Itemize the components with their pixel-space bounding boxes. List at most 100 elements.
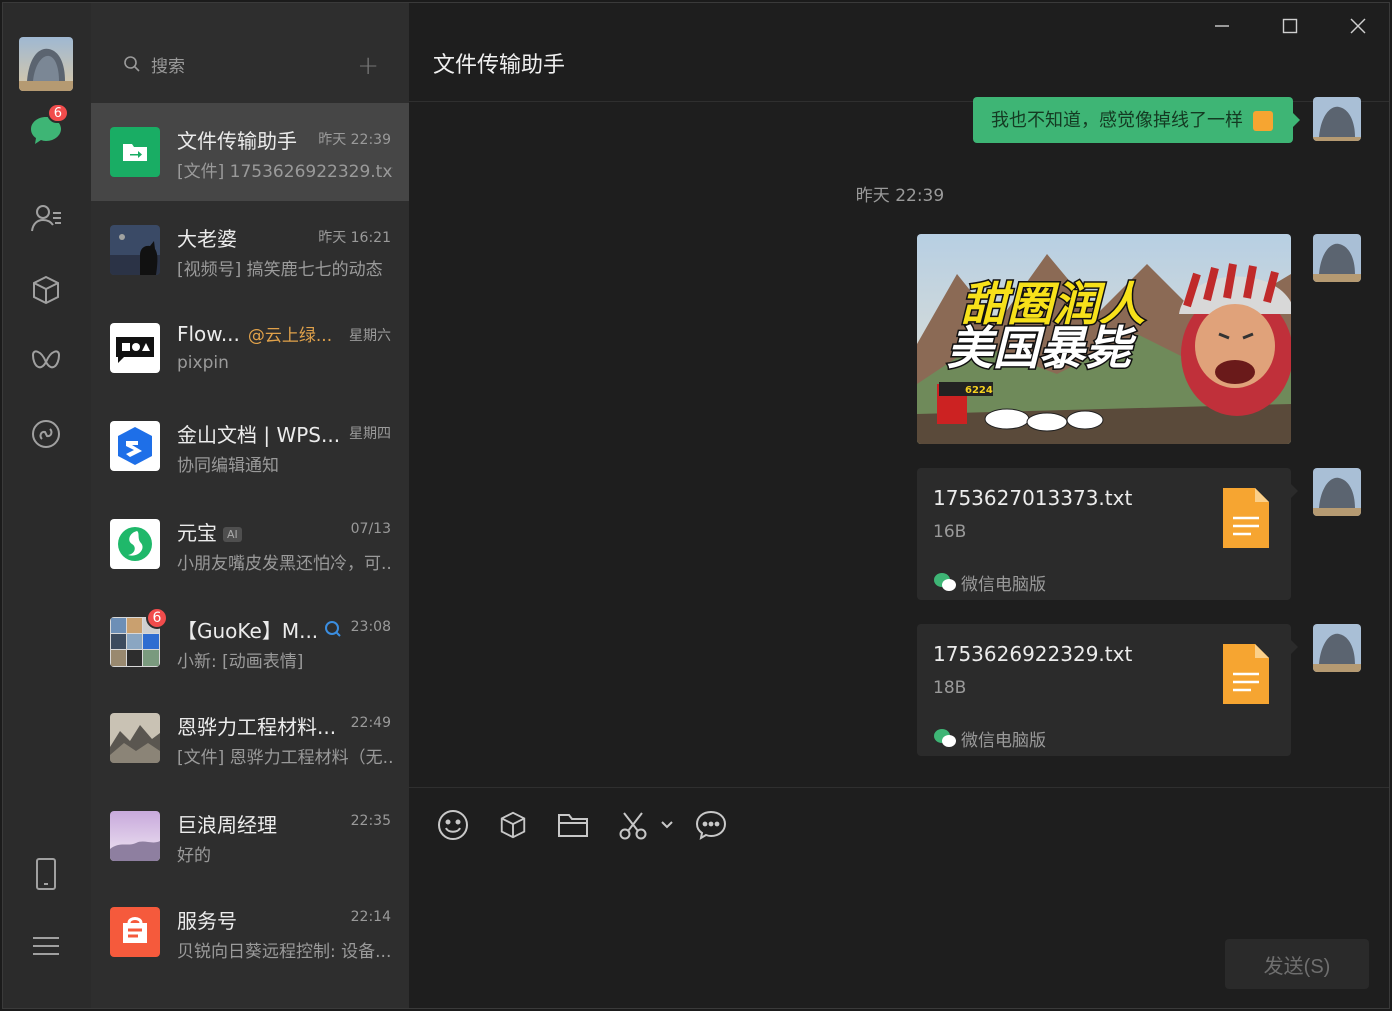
maximize-button[interactable] xyxy=(1275,11,1305,41)
conversation-name: 【GuoKe】M... xyxy=(177,619,319,643)
bubble-tail xyxy=(1291,640,1298,654)
video-sign-text: 6224 xyxy=(965,385,993,396)
contacts-nav-button[interactable] xyxy=(25,197,67,239)
video-message[interactable]: 6224 甜圈润人 美国暴毙 xyxy=(917,234,1291,444)
close-icon xyxy=(1350,18,1366,34)
send-file-button[interactable] xyxy=(555,807,591,843)
favorites-nav-button[interactable] xyxy=(25,269,67,311)
conversation-time: 07/13 xyxy=(350,521,391,537)
chat-history-icon xyxy=(695,810,727,841)
channels-nav-button[interactable] xyxy=(25,413,67,455)
conversation-name: 服务号 xyxy=(177,909,237,933)
conversation-name: 巨浪周经理 xyxy=(177,813,277,837)
conversation-name: 恩骅力工程材料... xyxy=(177,715,337,739)
send-button[interactable]: 发送(S) xyxy=(1225,939,1369,989)
scissors-icon xyxy=(619,812,647,840)
conversation-preview: 协同编辑通知 xyxy=(177,456,279,476)
flow-avatar xyxy=(110,323,160,373)
emoji-button[interactable] xyxy=(435,807,471,843)
file-source: 微信电脑版 xyxy=(961,731,1046,751)
file-message[interactable]: 1753626922329.txt 18B 微信电脑版 xyxy=(917,624,1298,756)
phone-icon xyxy=(36,858,56,890)
sent-text-message[interactable]: 我也不知道，感觉像掉线了一样 xyxy=(973,97,1300,143)
my-message-avatar[interactable] xyxy=(1313,468,1361,516)
conversation-item[interactable]: 大老婆 昨天 16:21 [视频号] 搞笑鹿七七的动态 xyxy=(91,201,409,299)
phone-nav-button[interactable] xyxy=(25,853,67,895)
message-text: 我也不知道，感觉像掉线了一样 xyxy=(991,110,1243,131)
screenshot-button[interactable] xyxy=(615,807,651,843)
conversation-name: 大老婆 xyxy=(177,227,237,251)
conversation-time: 23:08 xyxy=(350,619,391,635)
conversation-time: 22:14 xyxy=(350,909,391,925)
conversation-preview: 小新: [动画表情] xyxy=(177,652,304,672)
conversation-preview: 好的 xyxy=(177,846,211,866)
chat-pane: 文件传输助手 我也不知道，感觉像掉线了一样 昨天 22:39 6224 甜圈润人… xyxy=(409,3,1389,1008)
message-timestamp: 昨天 22:39 xyxy=(855,186,945,206)
search-placeholder: 搜索 xyxy=(151,56,185,77)
contact-avatar xyxy=(110,713,160,763)
txt-file-icon xyxy=(1223,644,1269,704)
minimize-button[interactable] xyxy=(1207,11,1237,41)
conversation-item[interactable]: Flow... @云上绿... 星期六 pixpin xyxy=(91,299,409,397)
menu-nav-button[interactable] xyxy=(25,925,67,967)
conversation-item[interactable]: 元宝 AI 07/13 小朋友嘴皮发黑还怕冷，可... xyxy=(91,495,409,593)
search-box[interactable]: 搜索 + xyxy=(107,49,393,81)
conversation-item[interactable]: 金山文档 | WPS... 星期四 协同编辑通知 xyxy=(91,397,409,495)
my-message-avatar[interactable] xyxy=(1313,234,1361,282)
search-group-icon xyxy=(325,621,341,637)
chat-history-button[interactable] xyxy=(693,807,729,843)
screenshot-options-button[interactable] xyxy=(651,807,683,843)
file-name: 1753626922329.txt xyxy=(933,642,1133,666)
my-message-avatar[interactable] xyxy=(1313,624,1361,672)
yuanbao-avatar xyxy=(110,519,160,569)
conversation-list: 搜索 + 文件传输助手 昨天 22:39 [文件] 1753626922329.… xyxy=(91,3,409,1008)
conversation-item[interactable]: 巨浪周经理 22:35 好的 xyxy=(91,787,409,885)
conversation-name: Flow... @云上绿... xyxy=(177,322,333,346)
conversation-time: 星期六 xyxy=(349,328,391,344)
hamburger-icon xyxy=(33,937,59,955)
chat-title: 文件传输助手 xyxy=(433,53,566,78)
conversation-preview: [视频号] 搞笑鹿七七的动态 xyxy=(177,260,383,280)
my-message-avatar[interactable] xyxy=(1313,97,1361,141)
file-size: 16B xyxy=(933,522,967,542)
txt-file-icon xyxy=(1223,488,1269,548)
smiley-icon xyxy=(438,810,468,840)
wps-avatar xyxy=(110,421,160,471)
group-avatar: 6 xyxy=(110,607,168,667)
add-button[interactable]: + xyxy=(357,51,379,81)
conversation-item[interactable]: 服务号 22:14 贝锐向日葵远程控制: 设备... xyxy=(91,883,409,981)
file-name: 1753627013373.txt xyxy=(933,486,1133,510)
service-account-avatar xyxy=(110,907,160,957)
favorites-button[interactable] xyxy=(495,807,531,843)
chats-nav-button[interactable]: 6 xyxy=(25,103,69,151)
file-transfer-avatar xyxy=(110,127,160,177)
minimize-icon xyxy=(1215,25,1229,27)
conversation-preview: [文件] 恩骅力工程材料（无... xyxy=(177,748,393,768)
moments-nav-button[interactable] xyxy=(25,341,67,383)
chevron-down-icon xyxy=(661,821,673,829)
bubble-tail xyxy=(1293,113,1300,127)
conversation-time: 昨天 22:39 xyxy=(318,132,391,148)
conversation-item[interactable]: 6 【GuoKe】M... 23:08 小新: [动画表情] xyxy=(91,593,409,691)
cube-icon xyxy=(33,275,59,305)
conversation-preview: [文件] 1753626922329.txt xyxy=(177,162,393,182)
video-caption-bottom: 美国暴毙 xyxy=(947,321,1137,375)
bubble-tail xyxy=(1291,484,1298,498)
unread-badge: 6 xyxy=(46,103,69,123)
mention-tag: @云上绿... xyxy=(247,326,333,346)
file-size: 18B xyxy=(933,678,967,698)
my-avatar[interactable] xyxy=(19,37,73,91)
conversation-item[interactable]: 恩骅力工程材料... 22:49 [文件] 恩骅力工程材料（无... xyxy=(91,689,409,787)
close-button[interactable] xyxy=(1343,11,1373,41)
maximize-icon xyxy=(1282,18,1298,34)
search-icon xyxy=(124,56,140,72)
conversation-time: 22:49 xyxy=(350,715,391,731)
channels-icon xyxy=(32,420,60,448)
input-divider xyxy=(409,787,1389,788)
conversation-preview: 贝锐向日葵远程控制: 设备... xyxy=(177,942,392,962)
file-message[interactable]: 1753627013373.txt 16B 微信电脑版 xyxy=(917,468,1298,600)
conversation-name: 金山文档 | WPS... xyxy=(177,423,341,447)
conversation-item[interactable]: 文件传输助手 昨天 22:39 [文件] 1753626922329.txt xyxy=(91,103,409,201)
conversation-time: 星期四 xyxy=(349,426,391,442)
conversation-preview: pixpin xyxy=(177,353,229,373)
